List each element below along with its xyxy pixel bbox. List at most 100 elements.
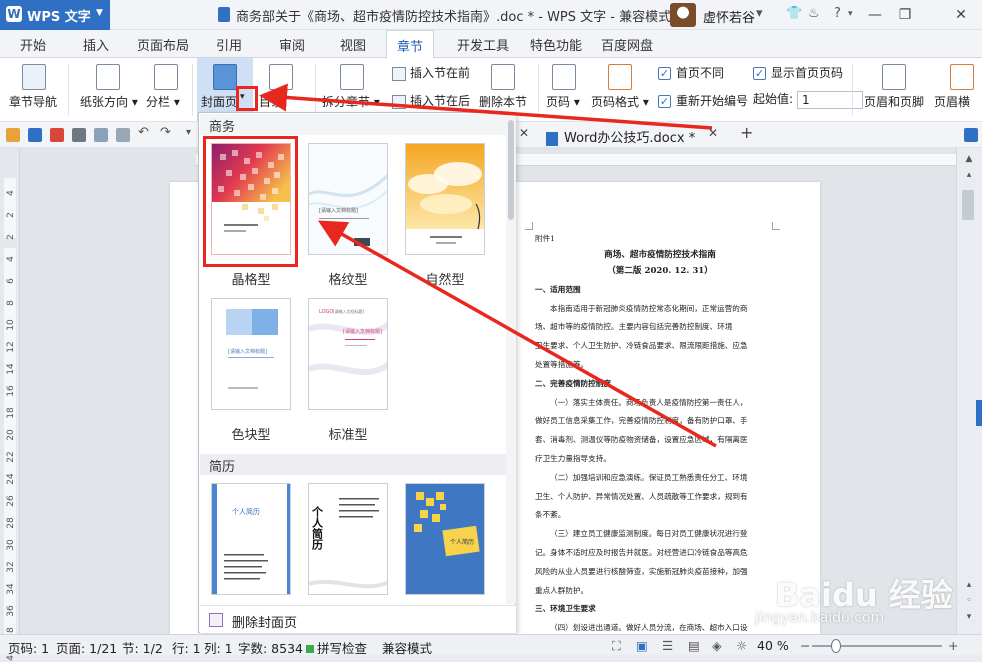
insert-section-after[interactable]: 插入节在后 — [392, 92, 470, 112]
prev-page-icon[interactable]: ▴ — [961, 578, 977, 592]
print-icon[interactable] — [72, 128, 86, 142]
nature-cover-preview — [406, 144, 484, 244]
start-value-input[interactable]: 1 — [797, 90, 864, 109]
avatar[interactable] — [670, 3, 696, 27]
header-footer-button[interactable]: 页眉和页脚 — [858, 58, 930, 122]
scrollbar-thumb[interactable] — [962, 190, 974, 220]
app-name: WPS 文字 — [27, 10, 91, 25]
restart-numbering-checkbox[interactable]: ✓ 重新开始编号 — [658, 92, 748, 112]
diff-first-page-checkbox[interactable]: ✓ 首页不同 — [658, 64, 724, 84]
tab-view[interactable]: 视图 — [340, 35, 366, 54]
tab-features[interactable]: 特色功能 — [530, 35, 582, 54]
document-line: 风险的从业人员要进行核酸筛查，实施新冠肺炎疫苗接种，加强 — [535, 566, 748, 576]
skin-icon[interactable]: 👕 — [786, 6, 802, 21]
close-tab-icon[interactable]: ✕ — [708, 126, 722, 140]
app-menu-button[interactable]: W WPS 文字 ▼ — [0, 0, 110, 30]
side-panel-handle[interactable] — [976, 400, 982, 426]
share-icon[interactable]: ♨ — [808, 6, 820, 21]
tab-start[interactable]: 开始 — [20, 35, 46, 54]
next-page-icon[interactable]: ▾ — [961, 610, 977, 624]
gallery-scroll-thumb[interactable] — [508, 120, 514, 220]
tab-insert[interactable]: 插入 — [83, 35, 109, 54]
tab-chapter[interactable]: 章节 — [386, 30, 435, 59]
status-pages[interactable]: 页面: 1/21 — [56, 638, 117, 657]
page-number-button[interactable]: 页码 ▾ — [542, 58, 584, 122]
user-name[interactable]: 虚怀若谷 — [703, 7, 755, 26]
template-label-standard[interactable]: 标准型 — [300, 424, 396, 443]
tab-review[interactable]: 审阅 — [279, 35, 305, 54]
close-button[interactable]: ✕ — [946, 2, 976, 28]
zoom-slider-thumb[interactable] — [831, 639, 841, 653]
tab-references[interactable]: 引用 — [216, 35, 242, 54]
open-folder-icon[interactable] — [6, 128, 20, 142]
restore-button[interactable]: ❐ — [890, 2, 920, 28]
split-chapter-icon — [340, 64, 364, 90]
cover-template-nature[interactable] — [405, 143, 485, 255]
columns-button[interactable]: 分栏 ▾ — [144, 58, 188, 122]
print-preview-icon[interactable] — [94, 128, 108, 142]
cover-page-icon — [213, 64, 237, 90]
fullscreen-icon[interactable]: ⛶ — [612, 638, 621, 654]
zoom-in-icon[interactable]: + — [948, 638, 958, 653]
delete-cover-page-item[interactable]: 删除封面页 — [200, 605, 516, 633]
template-label-nature[interactable]: 自然型 — [397, 269, 493, 288]
ruler-tick-label: 4 — [6, 256, 16, 262]
ruler-tick-label: 2 — [6, 212, 16, 218]
web-view-icon[interactable]: ▤ — [688, 638, 700, 653]
undo-icon[interactable]: ↶ — [138, 125, 152, 140]
scroll-up-icon[interactable]: ▲ — [961, 152, 977, 166]
vertical-scrollbar[interactable]: ▲ ▴ ▴ ◦ ▾ — [956, 148, 982, 634]
document-text[interactable]: 附件1 商场、超市疫情防控技术指南 （第二版 2020. 12. 31） 一、适… — [535, 230, 785, 638]
insert-section-before[interactable]: 插入节在前 — [392, 64, 470, 84]
tab-list-icon[interactable] — [964, 128, 978, 142]
select-browse-icon[interactable]: ◦ — [961, 594, 977, 608]
chevron-down-icon[interactable]: ▾ — [848, 9, 853, 19]
cover-template-standard[interactable]: LOGO [请输入文档标题] [请输入文档标题] — [308, 298, 388, 410]
diff-first-page-label: 首页不同 — [676, 66, 725, 80]
tab-page-layout[interactable]: 页面布局 — [137, 35, 189, 54]
cover-dropdown-arrow-icon[interactable]: ▾ — [240, 92, 245, 102]
outline-view-icon[interactable]: ☰ — [662, 638, 673, 653]
eye-protection-icon[interactable]: ☼ — [736, 638, 747, 653]
tab-dev-tools[interactable]: 开发工具 — [457, 35, 509, 54]
tab-baidu-netdisk[interactable]: 百度网盘 — [601, 35, 653, 54]
baidu-watermark-url: jingyan.baidu.com — [755, 610, 885, 626]
resume-template-sticky[interactable]: 个人简历 — [405, 483, 485, 595]
zoom-level[interactable]: 40 % — [757, 638, 789, 653]
chevron-down-icon[interactable]: ▾ — [756, 6, 763, 21]
zoom-out-icon[interactable]: − — [800, 638, 810, 653]
pdf-icon[interactable] — [50, 128, 64, 142]
doc-tab-word-tips[interactable]: Word办公技巧.docx * — [536, 122, 695, 148]
paper-orientation-button[interactable]: 纸张方向 ▾ — [78, 58, 142, 122]
save-icon[interactable] — [28, 128, 42, 142]
resume-template-classic[interactable]: 个人简历 — [308, 483, 388, 595]
cover-template-color-block[interactable]: [请输入文档标题] — [211, 298, 291, 410]
page-view-icon[interactable]: ▣ — [636, 638, 648, 653]
gallery-scrollbar[interactable] — [506, 114, 516, 604]
page-number-format-button[interactable]: 页码格式 ▾ — [588, 58, 652, 122]
page-number-icon — [552, 64, 576, 90]
template-label-plaid[interactable]: 格纹型 — [300, 269, 396, 288]
template-label-color-block[interactable]: 色块型 — [203, 424, 299, 443]
insert-after-icon — [392, 94, 406, 109]
header-line-button[interactable]: 页眉横 — [932, 58, 982, 122]
help-icon[interactable]: ? — [834, 6, 841, 21]
resume-template-blue[interactable]: 个人简历 — [211, 483, 291, 595]
cover-page-label: 封面页 — [201, 95, 238, 109]
template-label-lattice[interactable]: 晶格型 — [203, 269, 299, 288]
close-tab-icon[interactable]: ✕ — [519, 126, 533, 140]
new-tab-icon[interactable]: + — [740, 123, 754, 142]
scroll-up-icon[interactable]: ▴ — [961, 168, 977, 182]
reading-view-icon[interactable]: ◈ — [712, 638, 722, 653]
status-words[interactable]: 字数: 8534 — [238, 638, 303, 657]
format-painter-icon[interactable] — [116, 128, 130, 142]
show-first-page-number-checkbox[interactable]: ✓ 显示首页页码 — [753, 64, 843, 84]
minimize-button[interactable]: — — [860, 2, 890, 28]
section-nav-button[interactable]: 章节导航 — [6, 58, 62, 122]
spellcheck-toggle[interactable]: 拼写检查 — [306, 638, 367, 657]
redo-icon[interactable]: ↷ — [160, 125, 174, 140]
thumb-title: [请输入文档标题] — [319, 207, 358, 214]
cover-template-plaid[interactable]: [请输入文档标题] — [308, 143, 388, 255]
page-number-format-icon — [608, 64, 632, 90]
ruler-tick-label: 26 — [6, 495, 16, 507]
